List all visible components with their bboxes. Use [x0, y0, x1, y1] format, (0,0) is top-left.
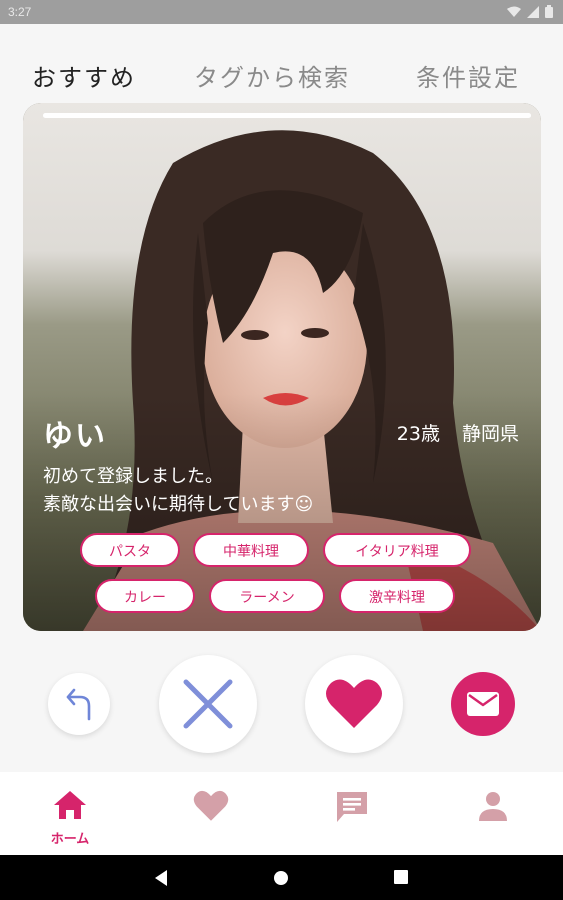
back-icon[interactable]	[153, 869, 169, 887]
status-time: 3:27	[8, 5, 32, 19]
heart-icon	[193, 790, 229, 821]
chat-icon	[337, 792, 367, 822]
message-button[interactable]	[451, 672, 515, 736]
undo-arrow-icon	[66, 688, 91, 721]
profile-bio-line: 素敵な出会いに期待しています☺	[43, 494, 314, 515]
battery-icon	[545, 5, 553, 18]
status-bar: 3:27	[0, 0, 563, 24]
profile-bio-line: 初めて登録しました。	[43, 466, 223, 487]
close-x-icon	[183, 679, 233, 729]
nope-button[interactable]	[159, 655, 257, 753]
nav-home-label: ホーム	[50, 832, 90, 847]
status-icons	[507, 5, 553, 18]
home-circle-icon[interactable]	[272, 869, 290, 887]
tag-chip[interactable]: 中華料理	[193, 533, 309, 567]
top-tabs: おすすめ タグから検索 条件設定	[0, 24, 563, 102]
undo-button[interactable]	[48, 673, 110, 735]
nav-profile[interactable]	[423, 772, 563, 855]
tag-chip[interactable]: イタリア料理	[323, 533, 471, 567]
profile-bio: 初めて登録しました。 素敵な出会いに期待しています☺	[43, 463, 513, 519]
tag-chip[interactable]: カレー	[95, 579, 195, 613]
photo-progress-track	[43, 113, 531, 118]
tab-tag-search[interactable]: タグから検索	[194, 58, 350, 93]
person-icon	[479, 792, 507, 821]
signal-icon	[527, 5, 539, 18]
nav-chat[interactable]	[282, 772, 422, 855]
bottom-nav: ホーム	[0, 772, 563, 855]
nav-likes[interactable]	[141, 772, 281, 855]
tag-chip[interactable]: 激辛料理	[339, 579, 455, 613]
tag-chip[interactable]: パスタ	[80, 533, 180, 567]
profile-card[interactable]: ゆい 23歳 静岡県 初めて登録しました。 素敵な出会いに期待しています☺ パス…	[23, 103, 541, 631]
tab-recommended[interactable]: おすすめ	[32, 58, 136, 93]
like-button[interactable]	[305, 655, 403, 753]
recents-icon[interactable]	[393, 869, 409, 885]
heart-icon	[326, 679, 382, 728]
nav-home[interactable]: ホーム	[0, 772, 140, 855]
profile-meta: 23歳 静岡県	[397, 419, 519, 446]
profile-age: 23歳	[396, 423, 440, 445]
photo-progress-fill	[43, 113, 531, 118]
tag-chip[interactable]: ラーメン	[209, 579, 325, 613]
profile-location: 静岡県	[461, 423, 519, 445]
system-nav-bar	[0, 855, 563, 900]
wifi-icon	[507, 6, 521, 17]
mail-icon	[467, 692, 499, 716]
profile-name: ゆい	[43, 419, 107, 454]
home-icon	[54, 791, 86, 819]
tab-conditions[interactable]: 条件設定	[416, 58, 520, 93]
